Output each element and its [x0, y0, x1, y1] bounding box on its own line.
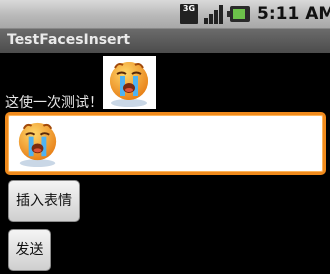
app-title: TestFacesInsert [7, 32, 131, 48]
insert-emoji-button[interactable]: 插入表情 [8, 180, 80, 222]
battery-icon [227, 6, 250, 22]
3g-icon: 3G [180, 4, 198, 24]
status-bar: 3G 5:11 AM [0, 0, 330, 28]
signal-icon [204, 5, 223, 24]
message-input-field[interactable] [5, 112, 326, 175]
send-button[interactable]: 发送 [8, 229, 51, 271]
crying-face-emoji-icon [103, 56, 156, 109]
message-text: 这使一次测试！ [5, 95, 103, 111]
crying-face-emoji-icon [12, 117, 64, 169]
network-label: 3G [182, 4, 196, 13]
status-clock: 5:11 AM [257, 4, 330, 24]
app-title-bar: TestFacesInsert [0, 28, 330, 53]
